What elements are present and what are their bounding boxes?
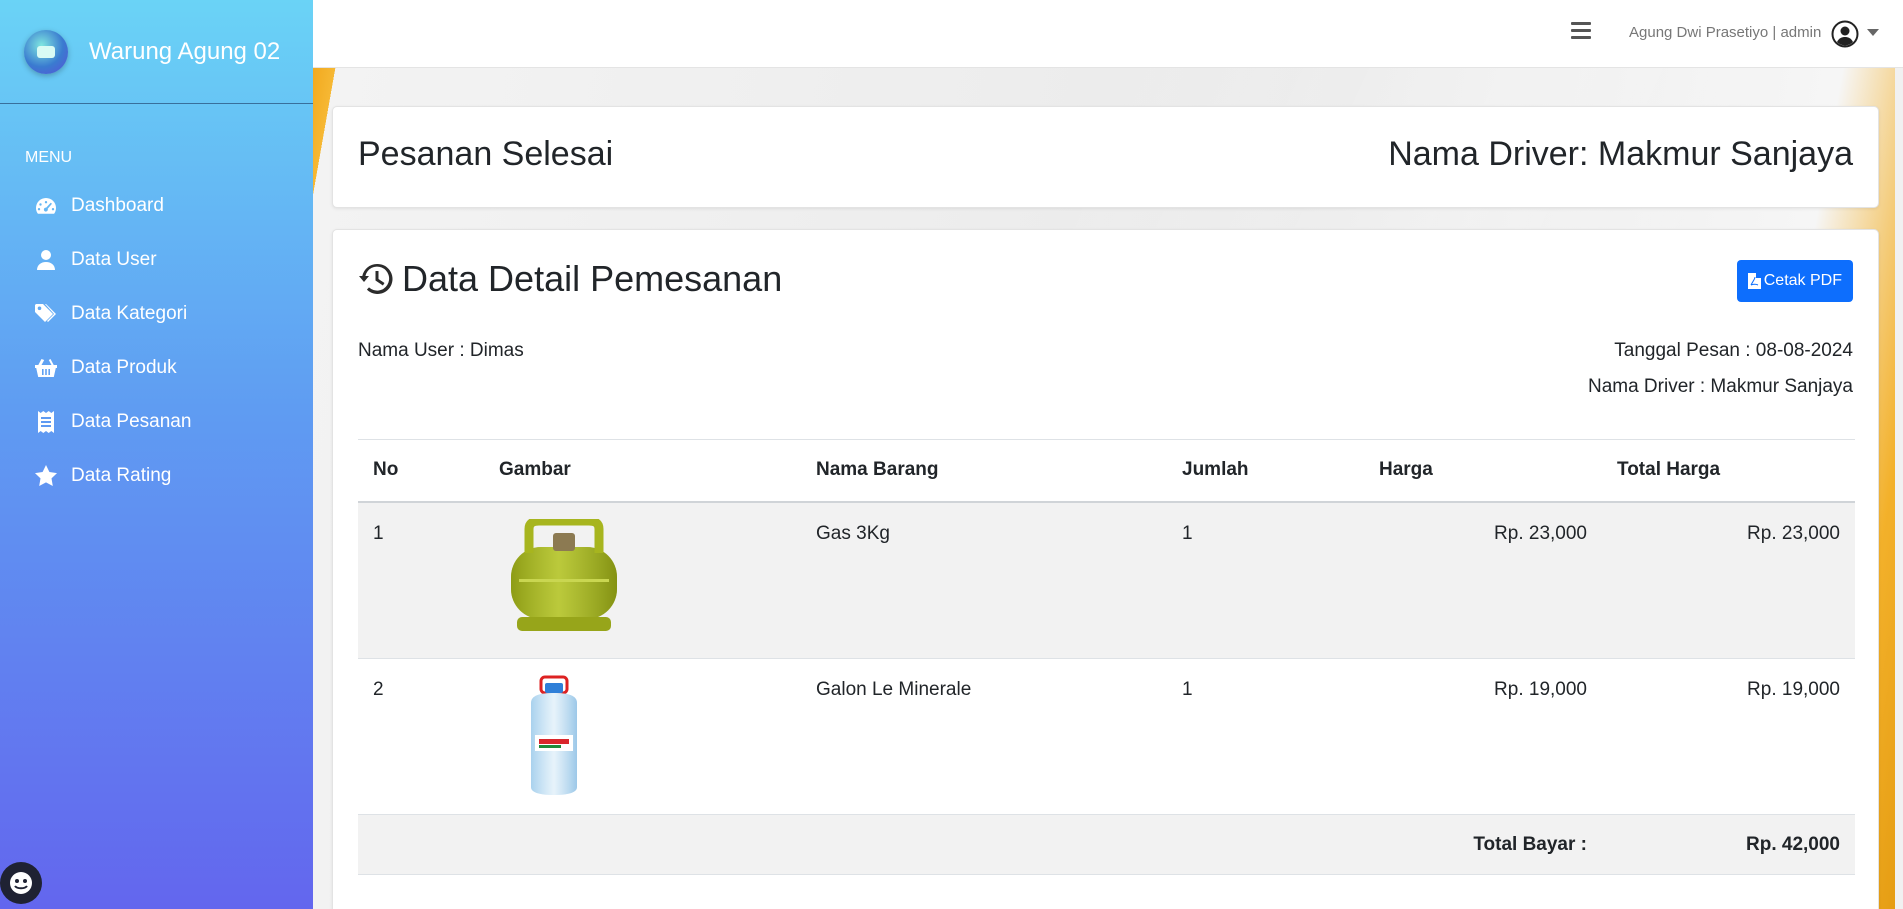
accessibility-icon <box>10 872 32 894</box>
cell-item-name: Gas 3Kg <box>801 501 1167 659</box>
order-user-name: Nama User : Dimas <box>358 340 524 361</box>
cell-no: 1 <box>358 501 484 659</box>
cell-item-name: Galon Le Minerale <box>801 658 1167 815</box>
history-icon <box>359 263 393 294</box>
page-driver-name: Nama Driver: Makmur Sanjaya <box>1388 135 1853 173</box>
gauge-icon <box>36 198 56 214</box>
sidebar-item-data-user[interactable]: Data User <box>0 233 313 287</box>
cell-no: 2 <box>358 658 484 815</box>
sidebar-item-label: Data User <box>71 249 157 270</box>
cell-price: Rp. 23,000 <box>1364 501 1602 659</box>
detail-title: Data Detail Pemesanan <box>358 258 782 300</box>
topbar: Agung Dwi Prasetiyo | admin <box>313 0 1903 68</box>
table-row: 2 Galon Le Minerale 1 Rp. 19,000 Rp. 19,… <box>358 658 1855 815</box>
order-date: Tanggal Pesan : 08-08-2024 <box>1614 340 1853 361</box>
detail-title-text: Data Detail Pemesanan <box>402 258 783 299</box>
water-gallon-image <box>531 675 577 795</box>
sidebar-item-label: Data Rating <box>71 465 172 486</box>
pdf-file-icon <box>1747 273 1761 289</box>
sidebar-item-data-rating[interactable]: Data Rating <box>0 449 313 503</box>
basket-icon <box>35 359 57 377</box>
order-items-table: No Gambar Nama Barang Jumlah Harga Total… <box>358 439 1855 875</box>
hamburger-menu-icon[interactable] <box>1571 22 1591 40</box>
user-label[interactable]: Agung Dwi Prasetiyo | admin <box>1629 24 1821 41</box>
sidebar-item-data-kategori[interactable]: Data Kategori <box>0 287 313 341</box>
star-icon <box>35 465 57 486</box>
sidebar-item-label: Data Pesanan <box>71 411 192 432</box>
avatar-icon[interactable] <box>1831 20 1859 48</box>
brand-logo <box>24 29 68 74</box>
print-pdf-button[interactable]: Cetak PDF <box>1736 260 1853 302</box>
accessibility-button[interactable] <box>0 862 42 904</box>
column-header-no: No <box>358 439 484 503</box>
column-header-total-harga: Total Harga <box>1602 439 1855 503</box>
column-header-harga: Harga <box>1364 439 1602 503</box>
sidebar-item-label: Data Kategori <box>71 303 188 324</box>
cell-total: Rp. 19,000 <box>1602 658 1855 815</box>
sidebar-item-label: Data Produk <box>71 357 177 378</box>
cell-price: Rp. 19,000 <box>1364 658 1602 815</box>
cell-qty: 1 <box>1167 501 1364 659</box>
table-header-row: No Gambar Nama Barang Jumlah Harga Total… <box>358 439 1855 503</box>
sidebar-nav: Dashboard Data User Data Kategori Data P… <box>0 179 313 503</box>
total-row: Total Bayar : Rp. 42,000 <box>358 814 1855 875</box>
receipt-icon <box>38 411 54 433</box>
column-header-gambar: Gambar <box>484 439 801 503</box>
column-header-jumlah: Jumlah <box>1167 439 1364 503</box>
main-content: Pesanan Selesai Nama Driver: Makmur Sanj… <box>313 68 1903 909</box>
page-header-card: Pesanan Selesai Nama Driver: Makmur Sanj… <box>332 106 1879 208</box>
brand-name: Warung Agung 02 <box>89 37 281 65</box>
tags-icon <box>35 304 56 322</box>
cell-image <box>484 658 801 815</box>
table-row: 1 Gas 3Kg 1 Rp. 23,000 Rp. 23,000 <box>358 501 1855 659</box>
page-title: Pesanan Selesai <box>358 135 614 173</box>
sidebar-item-data-produk[interactable]: Data Produk <box>0 341 313 395</box>
total-label: Total Bayar : <box>358 814 1602 875</box>
sidebar-item-data-pesanan[interactable]: Data Pesanan <box>0 395 313 449</box>
scrollbar[interactable] <box>1895 68 1903 909</box>
cell-total: Rp. 23,000 <box>1602 501 1855 659</box>
total-value: Rp. 42,000 <box>1602 814 1855 875</box>
order-detail-card: Data Detail Pemesanan Cetak PDF Nama Use… <box>332 229 1879 909</box>
cell-image <box>484 501 801 659</box>
sidebar-item-dashboard[interactable]: Dashboard <box>0 179 313 233</box>
sidebar-item-label: Dashboard <box>71 195 164 216</box>
chevron-down-icon[interactable] <box>1867 29 1879 36</box>
gas-cylinder-image <box>511 518 617 631</box>
order-driver-name: Nama Driver : Makmur Sanjaya <box>1587 376 1853 397</box>
print-pdf-label: Cetak PDF <box>1763 272 1842 289</box>
column-header-nama-barang: Nama Barang <box>801 439 1167 503</box>
sidebar: Warung Agung 02 MENU Dashboard Data User… <box>0 0 313 909</box>
brand[interactable]: Warung Agung 02 <box>0 0 313 104</box>
user-icon <box>37 250 55 270</box>
menu-heading: MENU <box>25 149 73 166</box>
cell-qty: 1 <box>1167 658 1364 815</box>
